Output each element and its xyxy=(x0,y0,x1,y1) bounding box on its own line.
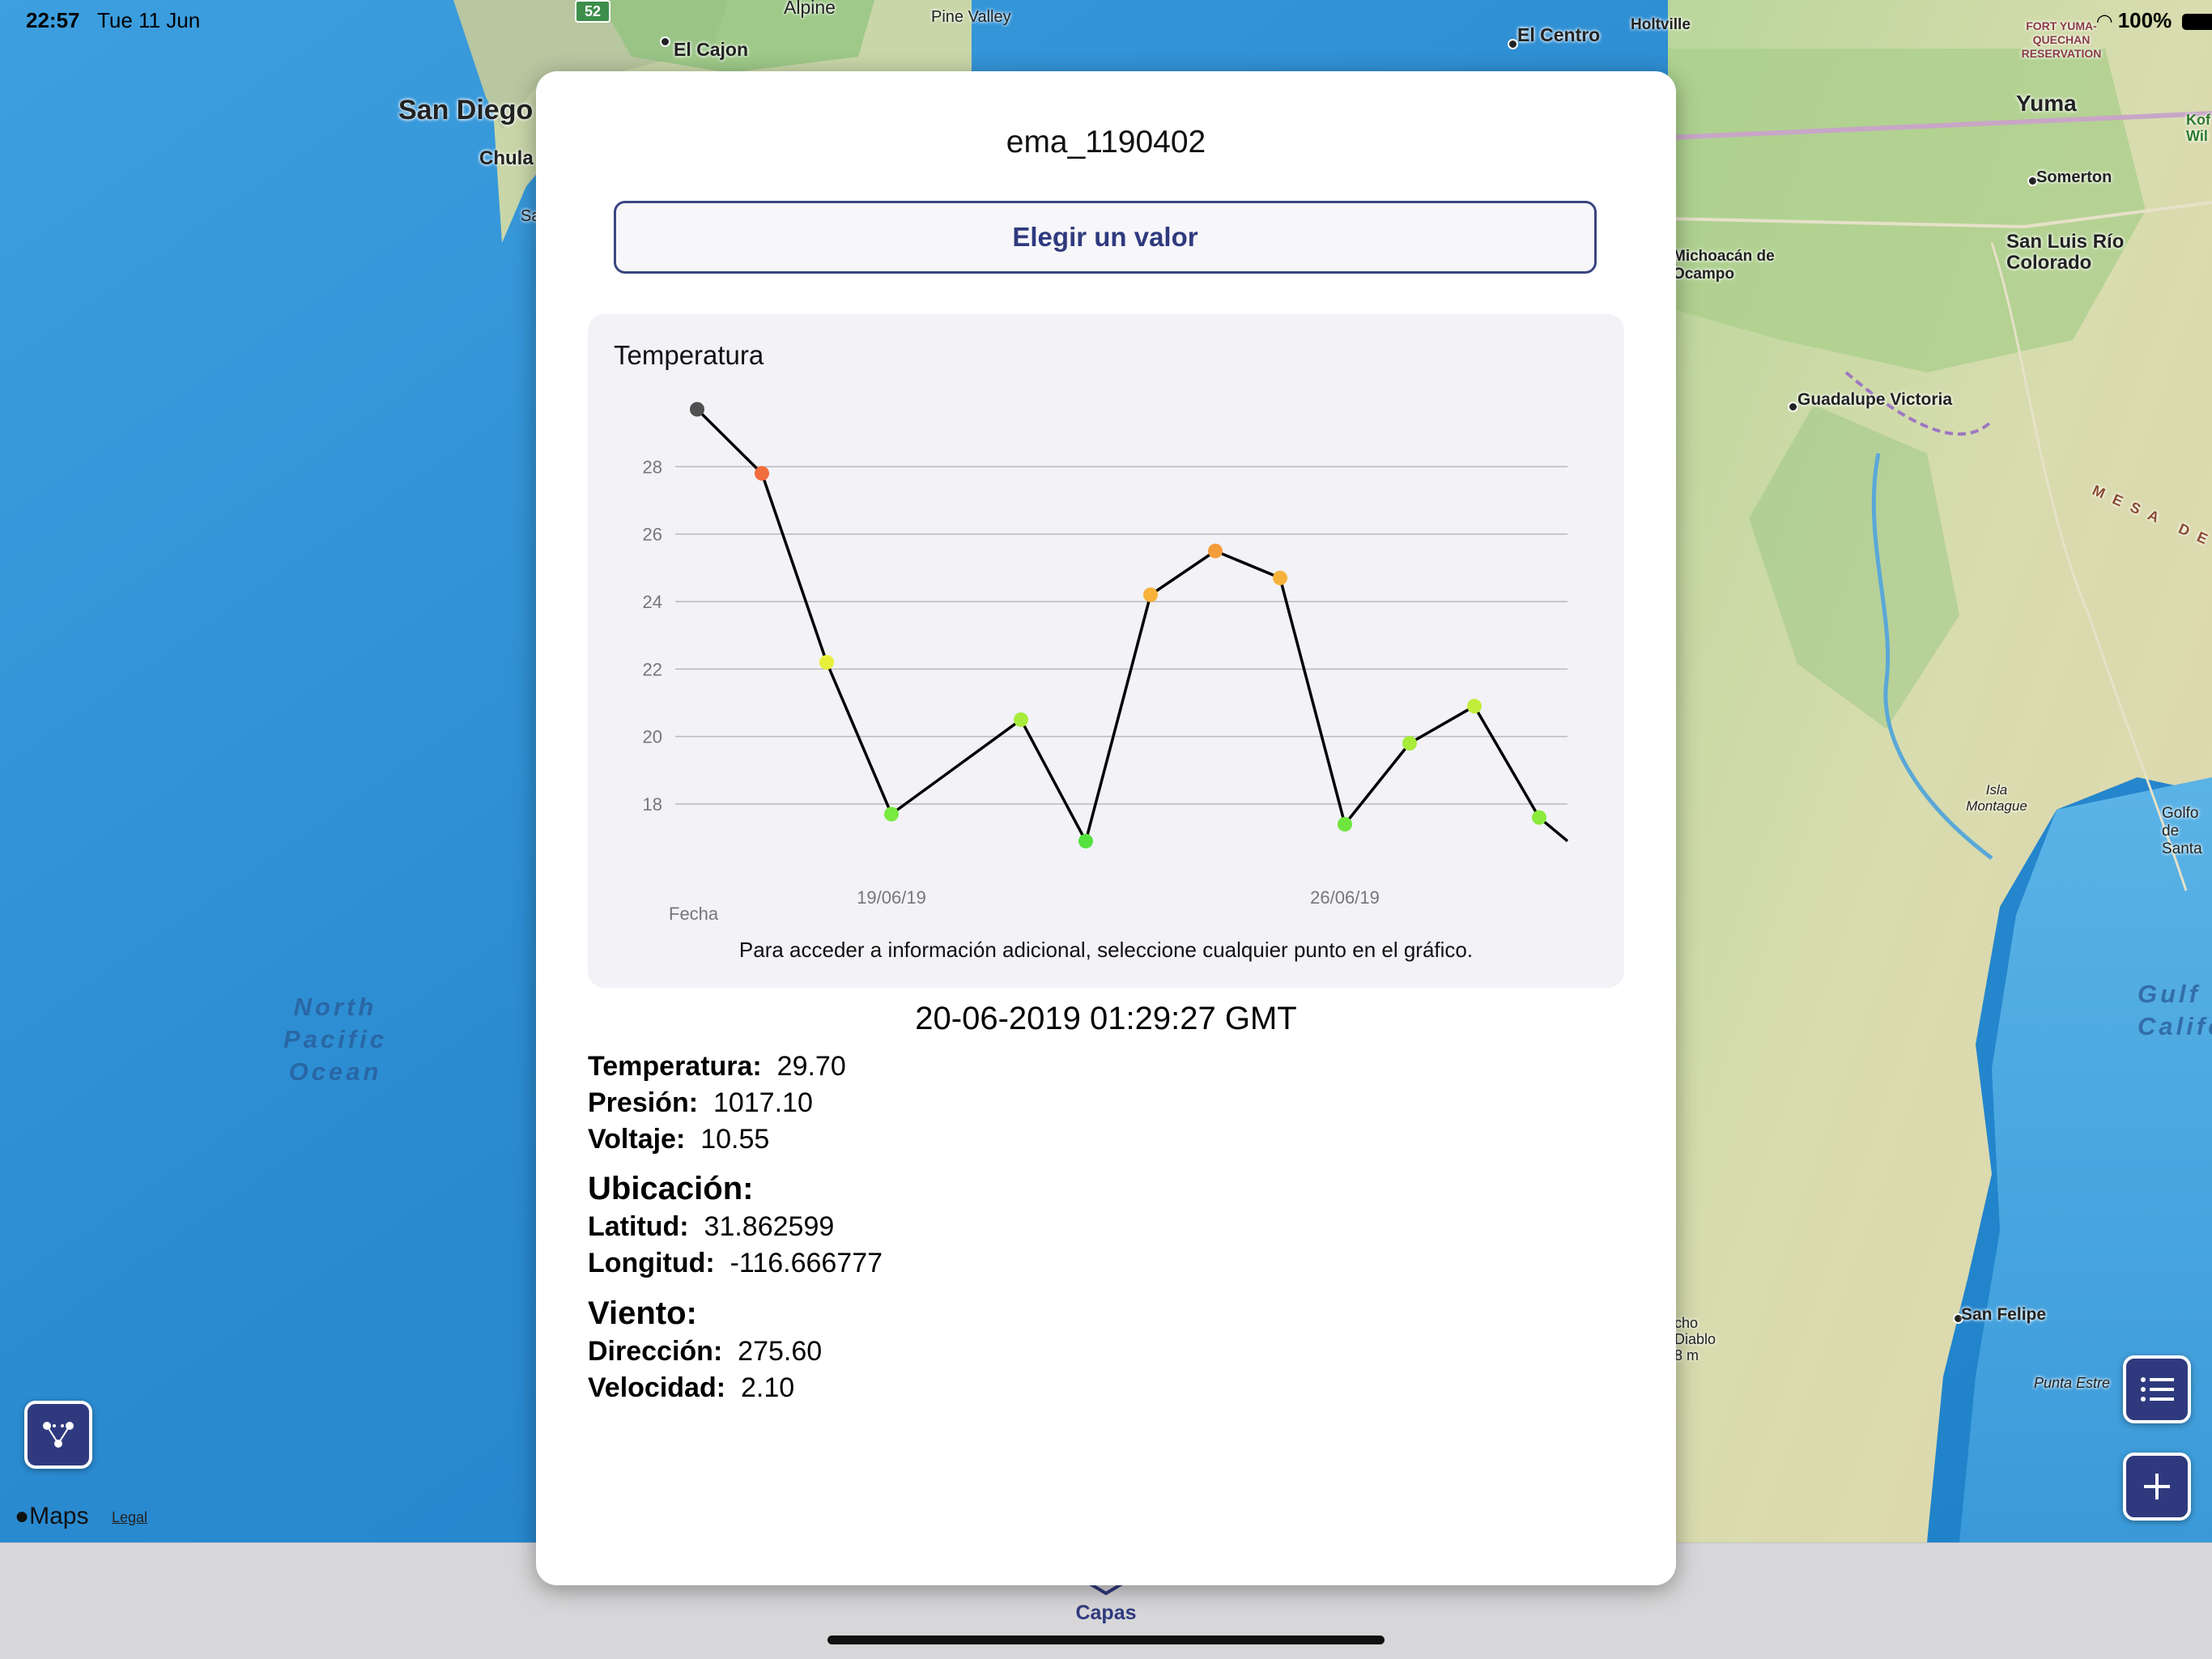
wind-speed: Velocidad: 2.10 xyxy=(588,1372,794,1404)
y-tick-label: 26 xyxy=(643,525,662,545)
data-point[interactable] xyxy=(755,466,769,481)
reading-value: 1017.10 xyxy=(713,1087,813,1118)
station-title: ema_1190402 xyxy=(1006,125,1206,160)
map-label: San Diego xyxy=(398,95,534,125)
reading-value: 29.70 xyxy=(776,1051,846,1082)
map-label: Chula xyxy=(479,147,534,169)
y-tick-label: 24 xyxy=(643,592,662,612)
plus-icon xyxy=(2144,1474,2170,1499)
station-detail-modal: ema_1190402 Elegir un valor Temperatura … xyxy=(536,71,1676,1585)
location-label: Latitud: xyxy=(588,1211,689,1242)
wind-value: 2.10 xyxy=(740,1372,795,1403)
add-button[interactable] xyxy=(2123,1453,2191,1521)
data-point[interactable] xyxy=(1143,587,1158,602)
location-label: Longitud: xyxy=(588,1248,715,1278)
map-label: Punta Estre xyxy=(2034,1375,2111,1391)
map-label: El Centro xyxy=(1517,24,1601,45)
data-point[interactable] xyxy=(1467,699,1482,714)
data-point[interactable] xyxy=(1532,810,1546,825)
map-label: Holtville xyxy=(1631,16,1691,33)
data-point[interactable] xyxy=(1402,736,1417,751)
data-point[interactable] xyxy=(1208,543,1223,559)
ocean-label: Gulf Califo xyxy=(2138,980,2212,1040)
map-label: Alpine xyxy=(784,0,836,18)
map-label: Pine Valley xyxy=(931,8,1011,26)
data-point[interactable] xyxy=(1014,712,1028,727)
data-point[interactable] xyxy=(1273,570,1287,585)
reading-value: 10.55 xyxy=(700,1124,770,1155)
ocean-label: North Pacific Ocean xyxy=(283,993,387,1086)
wind-direction: Dirección: 275.60 xyxy=(588,1336,822,1368)
temperature-chart[interactable]: 18 20 22 24 26 28 19/06/19 26/06/19 Fecha xyxy=(588,314,1624,929)
data-point[interactable] xyxy=(1078,833,1093,849)
reading-label: Temperatura: xyxy=(588,1051,762,1082)
wind-label: Velocidad: xyxy=(588,1372,726,1403)
series-line xyxy=(696,408,1569,843)
chart-hint: Para acceder a información adicional, se… xyxy=(738,938,1474,962)
map-label: Isla Montague xyxy=(1966,782,2027,814)
apple-icon: ● xyxy=(15,1503,30,1529)
location-longitude: Longitud: -116.666777 xyxy=(588,1248,883,1279)
status-battery: ◠ 100% xyxy=(2097,8,2212,33)
home-indicator[interactable] xyxy=(827,1636,1385,1644)
y-tick-label: 20 xyxy=(643,727,662,747)
data-point[interactable] xyxy=(884,806,899,822)
wind-heading: Viento: xyxy=(588,1295,697,1331)
selected-datetime: 20-06-2019 01:29:27 GMT xyxy=(915,1001,1297,1036)
map-label: FORT YUMA-QUECHAN RESERVATION xyxy=(2021,19,2102,60)
battery-icon xyxy=(2182,14,2212,31)
location-latitude: Latitud: 31.862599 xyxy=(588,1211,834,1243)
legal-link[interactable]: Legal xyxy=(112,1509,147,1526)
chart-card: Temperatura 18 20 22 24 26 28 19/06/19 26/06/19… xyxy=(588,314,1624,988)
status-date: Tue 11 Jun xyxy=(97,8,201,32)
tab-layers[interactable]: Capas xyxy=(0,1602,2212,1625)
status-time: 22:57 xyxy=(26,8,80,32)
location-value: 31.862599 xyxy=(704,1211,835,1242)
y-tick-label: 28 xyxy=(643,457,662,477)
y-tick-label: 22 xyxy=(643,659,662,679)
map-label: Yuma xyxy=(2016,91,2077,116)
maps-attribution: ●Maps xyxy=(15,1503,88,1530)
reading-label: Presión: xyxy=(588,1087,699,1118)
reading-pressure: Presión: 1017.10 xyxy=(588,1087,813,1119)
data-point[interactable] xyxy=(819,655,834,670)
y-tick-label: 18 xyxy=(643,794,662,815)
reading-label: Voltaje: xyxy=(588,1124,686,1155)
x-axis-label: Fecha xyxy=(669,904,719,924)
map-label: Somerton xyxy=(2036,168,2112,186)
network-button[interactable] xyxy=(24,1401,92,1469)
map-label: Kof Wil xyxy=(2186,112,2210,144)
x-tick-label: 19/06/19 xyxy=(857,887,926,908)
data-point[interactable] xyxy=(1338,817,1352,832)
wind-value: 275.60 xyxy=(738,1336,823,1367)
wind-label: Dirección: xyxy=(588,1336,723,1367)
x-tick-label: 26/06/19 xyxy=(1310,887,1380,908)
map-label: San Luis Río Colorado xyxy=(2006,231,2125,274)
map-label: Golfo de Santa xyxy=(2162,805,2202,857)
list-icon xyxy=(2141,1377,2174,1402)
network-icon xyxy=(43,1422,74,1448)
list-button[interactable] xyxy=(2123,1355,2191,1423)
choose-value-button[interactable]: Elegir un valor xyxy=(614,201,1597,274)
map-label: Guadalupe Victoria xyxy=(1797,390,1952,409)
battery-percent: 100% xyxy=(2117,8,2172,32)
map-label: Michoacán de Ocampo xyxy=(1673,248,1775,283)
map-label: San Felipe xyxy=(1961,1305,2047,1324)
location-heading: Ubicación: xyxy=(588,1171,754,1206)
location-value: -116.666777 xyxy=(730,1248,883,1278)
data-point[interactable] xyxy=(690,402,704,417)
map-label: El Cajon xyxy=(674,39,749,60)
map-label: cho Diablo 8 m xyxy=(1674,1315,1716,1363)
map-city-dot xyxy=(660,36,670,47)
reading-temperature: Temperatura: 29.70 xyxy=(588,1051,846,1083)
road-shield: 52 xyxy=(575,0,610,23)
reading-voltage: Voltaje: 10.55 xyxy=(588,1124,769,1155)
maps-attribution-text: Maps xyxy=(29,1503,89,1529)
